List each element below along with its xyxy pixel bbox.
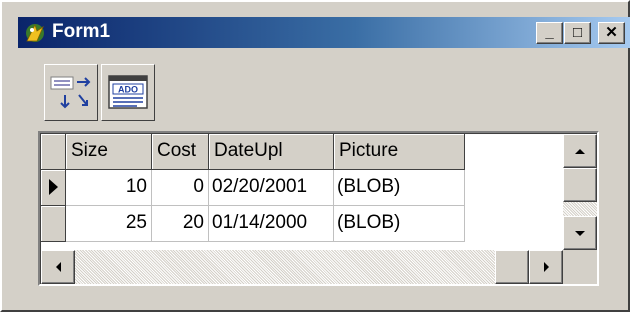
cell-picture[interactable]: (BLOB): [334, 170, 465, 206]
scroll-down-arrow-icon: [575, 231, 585, 236]
datasource-component-button[interactable]: [44, 64, 98, 121]
column-header-cost[interactable]: Cost: [152, 134, 209, 170]
form1-window: Form1 _ □ ✕ ADO Size Cost DateUpl Pictur…: [0, 0, 630, 312]
close-button[interactable]: ✕: [598, 22, 625, 44]
column-header-picture[interactable]: Picture: [334, 134, 465, 170]
cell-cost[interactable]: 20: [152, 206, 209, 242]
header-indicator-cell: [41, 134, 66, 170]
cell-size[interactable]: 25: [66, 206, 152, 242]
scroll-down-button[interactable]: [563, 216, 597, 250]
vertical-scrollbar[interactable]: [563, 134, 597, 250]
minimize-button[interactable]: _: [536, 22, 563, 44]
cell-dateupl[interactable]: 01/14/2000: [209, 206, 334, 242]
scroll-left-arrow-icon: [56, 262, 61, 272]
data-grid[interactable]: Size Cost DateUpl Picture 10 0 02/20/200…: [38, 131, 599, 286]
delphi-app-icon: [26, 23, 44, 42]
cell-size[interactable]: 10: [66, 170, 152, 206]
close-icon: ✕: [605, 24, 618, 41]
ado-dataset-component-button[interactable]: ADO: [101, 64, 155, 121]
datasource-transfer-icon: [50, 76, 91, 109]
cell-dateupl[interactable]: 02/20/2001: [209, 170, 334, 206]
scrollbar-corner: [563, 250, 597, 284]
row-indicator-current[interactable]: [41, 170, 66, 206]
title-bar[interactable]: Form1 _ □ ✕: [18, 17, 630, 48]
column-header-dateupl[interactable]: DateUpl: [209, 134, 334, 170]
horizontal-scrollbar[interactable]: [41, 250, 563, 284]
scroll-up-arrow-icon: [575, 149, 585, 154]
scroll-right-button[interactable]: [529, 250, 563, 284]
scroll-left-button[interactable]: [41, 250, 75, 284]
ado-dataset-icon: ADO: [108, 75, 148, 109]
minimize-icon: _: [545, 24, 554, 41]
horizontal-scroll-thumb[interactable]: [495, 250, 529, 284]
row-indicator[interactable]: [41, 206, 66, 242]
column-header-size[interactable]: Size: [66, 134, 152, 170]
cell-cost[interactable]: 0: [152, 170, 209, 206]
scroll-right-arrow-icon: [544, 262, 549, 272]
cell-picture[interactable]: (BLOB): [334, 206, 465, 242]
vertical-scroll-thumb[interactable]: [563, 168, 597, 202]
window-title: Form1: [52, 21, 111, 42]
scroll-up-button[interactable]: [563, 134, 597, 168]
maximize-button[interactable]: □: [564, 22, 591, 44]
current-row-arrow-icon: [49, 179, 58, 195]
ado-label: ADO: [118, 85, 138, 95]
maximize-icon: □: [572, 24, 583, 41]
